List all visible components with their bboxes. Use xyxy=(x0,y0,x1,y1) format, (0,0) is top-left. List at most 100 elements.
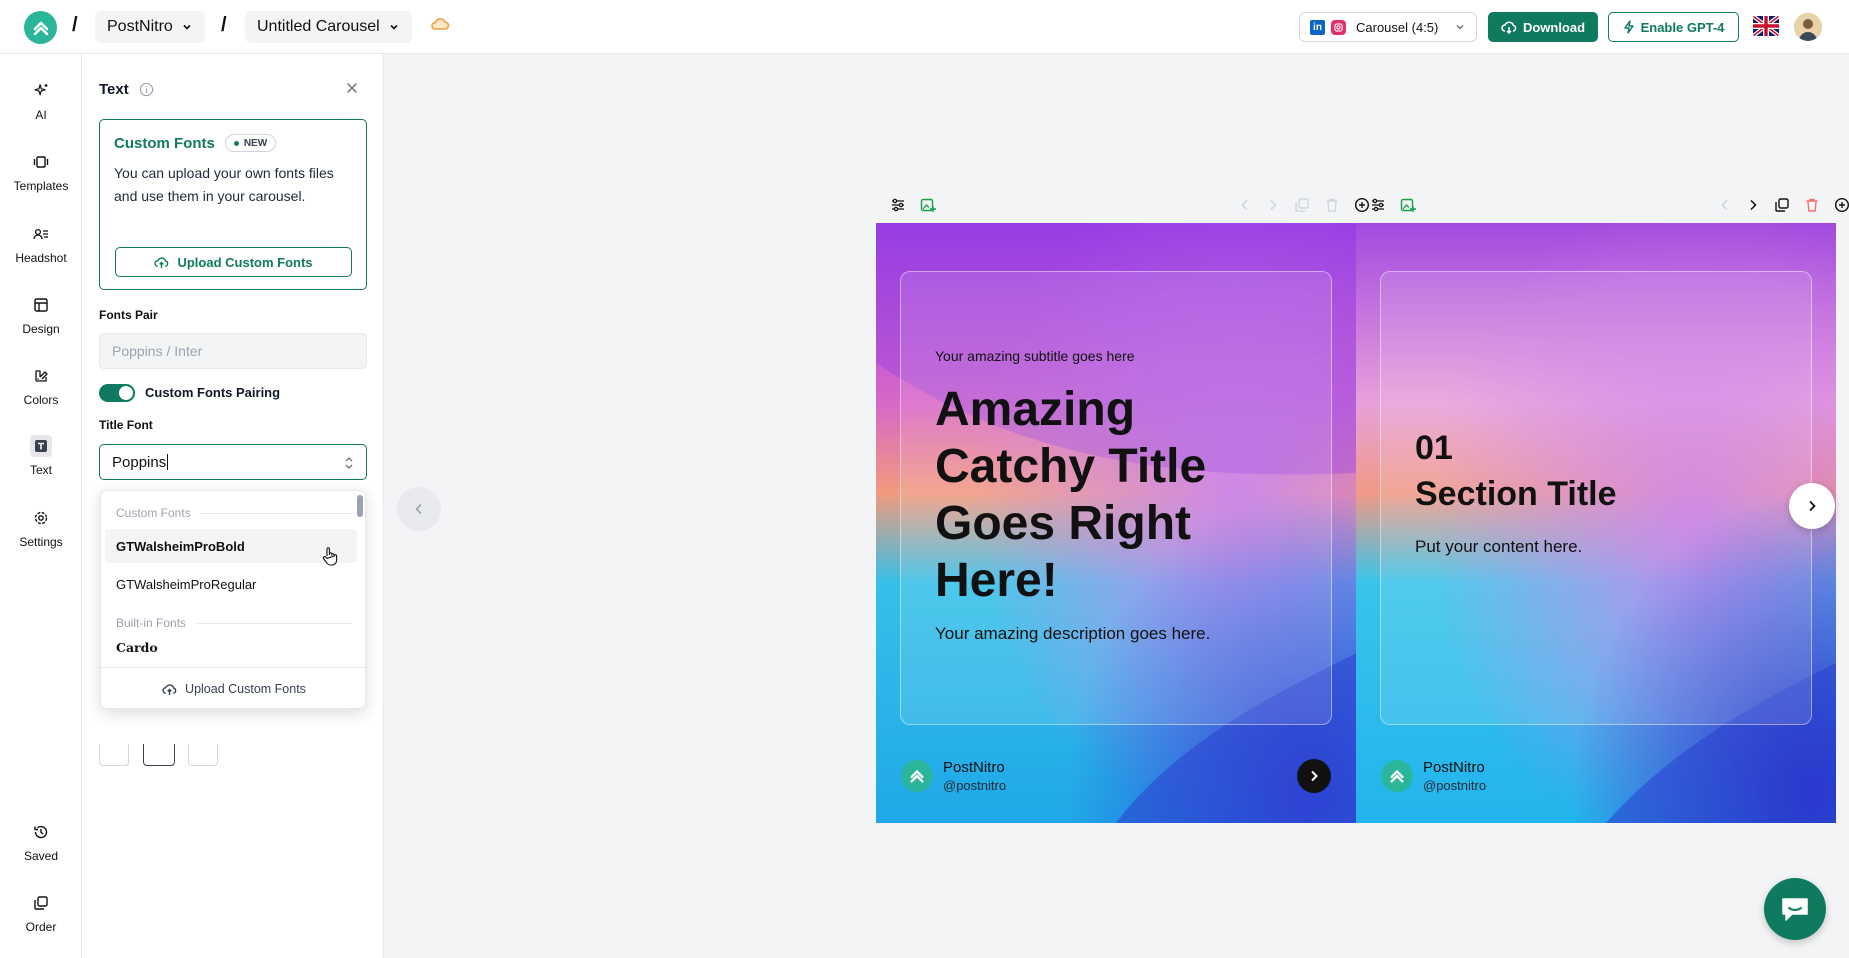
add-image-icon[interactable] xyxy=(1400,197,1416,213)
carousel-name: Untitled Carousel xyxy=(257,18,380,35)
nav-label: Settings xyxy=(19,535,63,549)
breadcrumb-separator: / xyxy=(72,14,78,36)
nav-item-headshot[interactable]: Headshot xyxy=(0,223,82,265)
carousel-slide-1[interactable]: Your amazing subtitle goes here Amazing … xyxy=(876,223,1357,823)
add-image-icon[interactable] xyxy=(920,197,936,213)
trash-icon[interactable] xyxy=(1804,197,1820,213)
enable-gpt4-button[interactable]: Enable GPT-4 xyxy=(1608,12,1739,42)
nav-item-text[interactable]: Text xyxy=(0,435,82,477)
dropdown-group-label: Built-in Fonts xyxy=(116,616,187,630)
alignment-option[interactable] xyxy=(99,744,129,766)
nav-label: Design xyxy=(22,322,60,336)
slide-subtitle[interactable]: Your amazing subtitle goes here xyxy=(935,348,1135,364)
uk-flag-icon[interactable] xyxy=(1753,16,1779,36)
slide-title[interactable]: Amazing Catchy Title Goes Right Here! xyxy=(935,381,1295,609)
nav-item-saved[interactable]: Saved xyxy=(0,821,82,863)
dropdown-upload-custom-fonts[interactable]: Upload Custom Fonts xyxy=(101,667,365,708)
title-font-input[interactable]: Poppins xyxy=(99,444,367,480)
nav-item-templates[interactable]: Templates xyxy=(0,151,82,193)
adjustments-icon[interactable] xyxy=(890,197,906,213)
chat-icon xyxy=(1782,898,1808,921)
chevron-right-icon[interactable] xyxy=(1746,198,1760,212)
chevron-left-icon[interactable] xyxy=(1238,198,1252,212)
sparkle-icon xyxy=(30,80,52,102)
brand-handle: @postnitro xyxy=(943,778,1007,793)
adjustments-icon[interactable] xyxy=(1370,197,1386,213)
chevron-down-icon xyxy=(1456,25,1464,30)
format-selector[interactable]: in Carousel (4:5) xyxy=(1299,12,1477,42)
section-content[interactable]: Put your content here. xyxy=(1415,537,1582,557)
custom-fonts-pairing-label: Custom Fonts Pairing xyxy=(145,385,281,400)
font-option[interactable]: GTWalsheimProRegular xyxy=(105,567,357,601)
title-font-value: Poppins xyxy=(112,453,167,471)
dropdown-scrollbar[interactable] xyxy=(357,495,363,517)
panel-title-text: Text xyxy=(99,81,129,98)
workspace-selector[interactable]: PostNitro xyxy=(95,11,205,43)
top-bar: / PostNitro / Untitled Carousel in Carou… xyxy=(0,0,1849,54)
download-label: Download xyxy=(1522,19,1586,35)
text-icon xyxy=(30,435,52,457)
brand-name: PostNitro xyxy=(943,759,1005,776)
close-icon[interactable] xyxy=(344,80,360,96)
templates-icon xyxy=(30,151,52,173)
chevron-left-icon[interactable] xyxy=(1718,198,1732,212)
download-button[interactable]: Download xyxy=(1488,12,1598,42)
add-slide-icon[interactable] xyxy=(1354,197,1370,213)
cloud-upload-icon xyxy=(162,683,177,695)
instagram-icon xyxy=(1331,19,1346,35)
format-label: Carousel (4:5) xyxy=(1356,19,1439,35)
nav-item-order[interactable]: Order xyxy=(0,892,82,934)
linkedin-icon: in xyxy=(1310,19,1325,35)
custom-fonts-title: Custom Fonts xyxy=(114,134,215,152)
add-slide-icon[interactable] xyxy=(1834,197,1849,213)
custom-fonts-card: Custom Fonts NEW You can upload your own… xyxy=(99,119,367,290)
user-avatar[interactable] xyxy=(1794,13,1822,41)
font-option[interactable]: Cardo xyxy=(105,640,357,662)
slide-description[interactable]: Your amazing description goes here. xyxy=(935,624,1210,644)
postnitro-logo[interactable] xyxy=(24,11,57,44)
section-title[interactable]: Section Title xyxy=(1415,475,1617,514)
nav-label: AI xyxy=(35,108,47,122)
new-badge-label: NEW xyxy=(243,137,268,149)
nav-item-design[interactable]: Design xyxy=(0,294,82,336)
brand-logo-icon xyxy=(1381,760,1413,792)
chevron-right-icon[interactable] xyxy=(1266,198,1280,212)
canvas-prev-button[interactable] xyxy=(397,487,441,531)
font-option-label: GTWalsheimProRegular xyxy=(116,576,257,592)
brand-name: PostNitro xyxy=(1423,759,1485,776)
info-icon[interactable] xyxy=(139,82,154,97)
carousel-selector[interactable]: Untitled Carousel xyxy=(245,11,412,43)
upload-custom-fonts-button[interactable]: Upload Custom Fonts xyxy=(115,247,352,277)
chevron-down-icon xyxy=(390,24,398,30)
nav-item-ai[interactable]: AI xyxy=(0,80,82,122)
nav-label: Colors xyxy=(23,393,59,407)
panel-title: Text xyxy=(99,81,154,98)
left-nav: AI Templates Headshot Design Colors Text… xyxy=(0,54,82,958)
support-chat-button[interactable] xyxy=(1764,878,1826,940)
select-updown-icon xyxy=(345,457,353,469)
custom-fonts-pairing-toggle[interactable] xyxy=(99,384,135,402)
fonts-pair-field: Poppins / Inter xyxy=(99,333,367,369)
nav-label: Saved xyxy=(23,849,59,863)
section-number[interactable]: 01 xyxy=(1415,429,1453,468)
canvas-next-button[interactable] xyxy=(1789,483,1835,529)
chevron-right-icon xyxy=(1809,500,1816,512)
nav-label: Headshot xyxy=(15,251,67,265)
fonts-pair-placeholder: Poppins / Inter xyxy=(112,343,203,359)
trash-icon[interactable] xyxy=(1324,197,1340,213)
nav-item-colors[interactable]: Colors xyxy=(0,365,82,407)
headshot-icon xyxy=(30,223,52,245)
carousel-slide-2[interactable]: 01 Section Title Put your content here. … xyxy=(1356,223,1836,823)
slide-branding: PostNitro @postnitro xyxy=(901,759,1006,793)
duplicate-icon[interactable] xyxy=(1774,197,1790,213)
duplicate-icon[interactable] xyxy=(1294,197,1310,213)
breadcrumb-separator: / xyxy=(221,14,227,36)
gear-icon xyxy=(30,507,52,529)
nav-item-settings[interactable]: Settings xyxy=(0,507,82,549)
alignment-option[interactable] xyxy=(188,744,218,766)
alignment-option[interactable] xyxy=(143,744,175,766)
dropdown-group-label: Custom Fonts xyxy=(116,506,191,520)
new-badge: NEW xyxy=(224,134,277,152)
chevrons-up-icon xyxy=(33,21,48,35)
font-option[interactable]: GTWalsheimProBold xyxy=(105,529,357,563)
